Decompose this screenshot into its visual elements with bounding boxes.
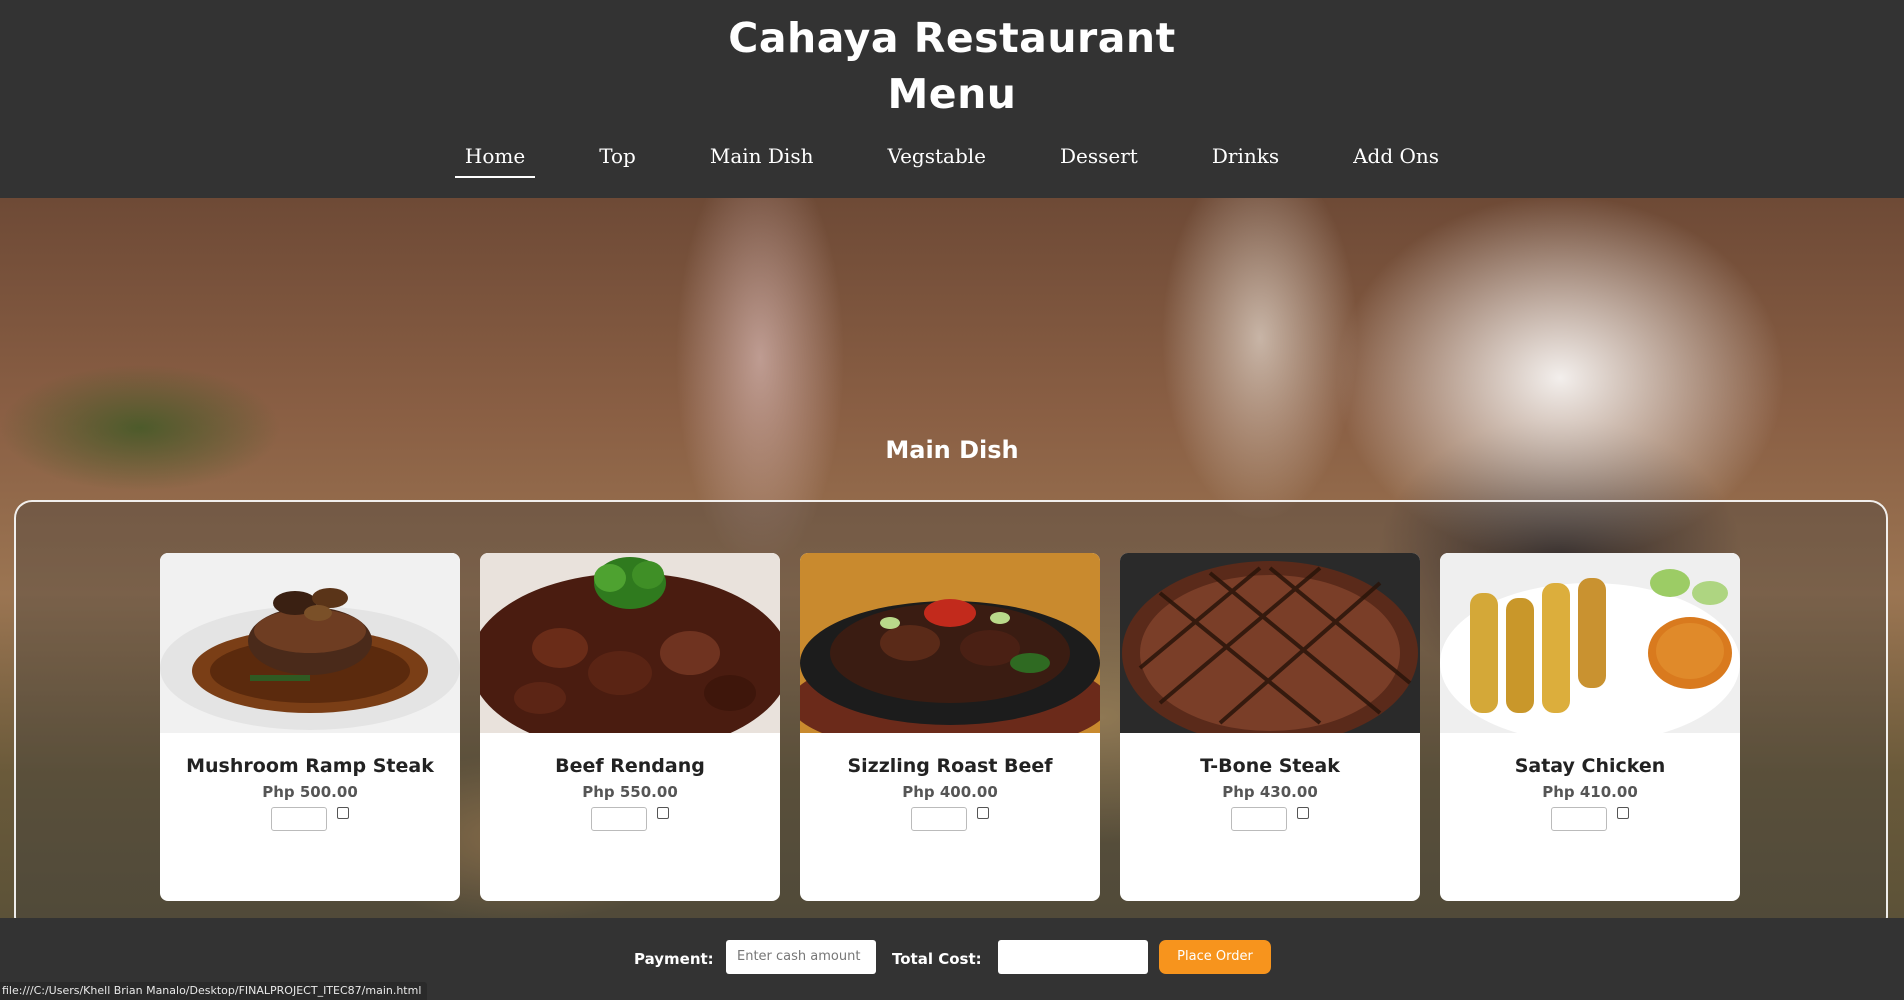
quantity-input[interactable] xyxy=(591,807,647,831)
dish-name: Satay Chicken xyxy=(1514,755,1666,777)
dish-card: Sizzling Roast Beef Php 400.00 xyxy=(800,553,1100,901)
menu-title: Menu xyxy=(887,70,1017,118)
section-title: Main Dish xyxy=(885,436,1019,464)
site-header: Cahaya Restaurant Menu Home Top Main Dis… xyxy=(0,0,1904,198)
dish-controls xyxy=(160,807,460,831)
nav-vegetable[interactable]: Vegstable xyxy=(877,136,996,178)
main-nav: Home Top Main Dish Vegstable Dessert Dri… xyxy=(0,136,1904,178)
payment-label: Payment: xyxy=(634,950,714,968)
dish-name: Mushroom Ramp Steak xyxy=(186,755,434,777)
nav-main-dish[interactable]: Main Dish xyxy=(700,136,824,178)
dish-image-sizzling-roast-beef xyxy=(800,553,1100,733)
total-cost-field xyxy=(998,940,1148,974)
restaurant-title: Cahaya Restaurant xyxy=(728,14,1176,62)
quantity-input[interactable] xyxy=(271,807,327,831)
place-order-button[interactable]: Place Order xyxy=(1159,940,1271,974)
dish-price: Php 400.00 xyxy=(902,783,998,801)
dish-price: Php 550.00 xyxy=(582,783,678,801)
dish-image-beef-rendang xyxy=(480,553,780,733)
dish-controls xyxy=(800,807,1100,831)
select-checkbox[interactable] xyxy=(1617,807,1629,819)
hero-background: Main Dish Mushroom Ramp Steak Php 500.00 xyxy=(0,198,1904,918)
dish-image-mushroom-ramp-steak xyxy=(160,553,460,733)
nav-drinks[interactable]: Drinks xyxy=(1202,136,1289,178)
dish-image-satay-chicken xyxy=(1440,553,1740,733)
order-bar: Payment: Enter cash amount Total Cost: P… xyxy=(0,918,1904,1000)
nav-top[interactable]: Top xyxy=(589,136,646,178)
dish-name: T-Bone Steak xyxy=(1200,755,1340,777)
nav-home[interactable]: Home xyxy=(454,136,536,178)
nav-dessert[interactable]: Dessert xyxy=(1050,136,1148,178)
select-checkbox[interactable] xyxy=(1297,807,1309,819)
nav-add-ons[interactable]: Add Ons xyxy=(1343,136,1449,178)
dish-price: Php 410.00 xyxy=(1542,783,1638,801)
status-bar-url: file:///C:/Users/Khell Brian Manalo/Desk… xyxy=(0,982,428,1000)
dish-name: Sizzling Roast Beef xyxy=(847,755,1053,777)
dish-controls xyxy=(1440,807,1740,831)
dish-card: Mushroom Ramp Steak Php 500.00 xyxy=(160,553,460,901)
select-checkbox[interactable] xyxy=(337,807,349,819)
dish-name: Beef Rendang xyxy=(555,755,705,777)
dish-card: Satay Chicken Php 410.00 xyxy=(1440,553,1740,901)
dish-price: Php 430.00 xyxy=(1222,783,1318,801)
dish-image-t-bone-steak xyxy=(1120,553,1420,733)
quantity-input[interactable] xyxy=(1231,807,1287,831)
select-checkbox[interactable] xyxy=(977,807,989,819)
quantity-input[interactable] xyxy=(1551,807,1607,831)
dish-card: Beef Rendang Php 550.00 xyxy=(480,553,780,901)
dish-controls xyxy=(1120,807,1420,831)
dish-card: T-Bone Steak Php 430.00 xyxy=(1120,553,1420,901)
quantity-input[interactable] xyxy=(911,807,967,831)
payment-input[interactable]: Enter cash amount xyxy=(726,940,876,974)
dish-controls xyxy=(480,807,780,831)
select-checkbox[interactable] xyxy=(657,807,669,819)
dish-price: Php 500.00 xyxy=(262,783,358,801)
total-cost-label: Total Cost: xyxy=(892,950,982,968)
